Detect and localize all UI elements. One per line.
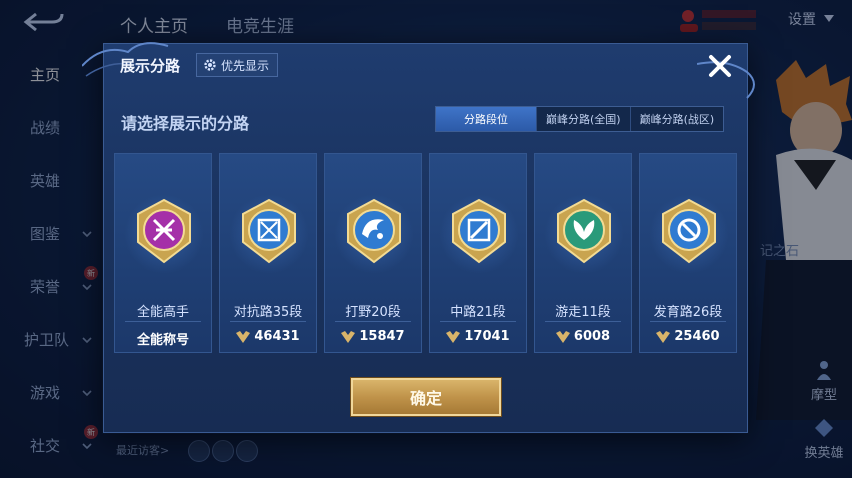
dialog-subtitle: 请选择展示的分路 (121, 114, 250, 133)
lane-title-text: 全能称号 (115, 329, 211, 348)
points-icon (555, 330, 570, 343)
lane-points-row: 17041 (430, 329, 526, 344)
lane-rank: 打野20段 (345, 305, 401, 320)
confirm-button[interactable]: 确定 (351, 378, 501, 416)
mid-lane-badge-icon (452, 198, 506, 264)
lane-card[interactable]: 发育路26段 25460 (639, 153, 737, 353)
lane-card[interactable]: 中路21段 17041 (429, 153, 527, 353)
lane-points-row: 15847 (325, 329, 421, 344)
clash-lane-badge-icon (242, 198, 296, 264)
farm-lane-badge-icon (662, 198, 716, 264)
lane-points: 46431 (254, 329, 300, 344)
lane-points: 15847 (359, 329, 405, 344)
tab-lane-rank[interactable]: 分路段位 (436, 107, 536, 131)
lane-points-row: 25460 (640, 329, 736, 344)
lane-rank: 中路21段 (450, 305, 506, 320)
lane-card-list: 全能高手 全能称号 对抗路35段 46431 打野20段 15847 中路21段… (114, 153, 737, 353)
lane-rank: 对抗路35段 (233, 305, 303, 320)
divider (440, 321, 516, 322)
lane-card[interactable]: 游走11段 6008 (534, 153, 632, 353)
tab-peak-lane-region[interactable]: 巅峰分路(战区) (629, 107, 724, 131)
divider (230, 321, 306, 322)
lane-card[interactable]: 对抗路35段 46431 (219, 153, 317, 353)
gear-icon (204, 59, 216, 71)
tab-peak-lane-national[interactable]: 巅峰分路(全国) (536, 107, 630, 131)
lane-display-dialog: 展示分路 优先显示 请选择展示的分路 分路段位 巅峰分路(全国) 巅峰分路(战区… (82, 42, 755, 433)
divider (545, 321, 621, 322)
priority-display-button[interactable]: 优先显示 (196, 53, 279, 77)
dialog-title: 展示分路 (120, 57, 181, 75)
priority-display-label: 优先显示 (221, 58, 270, 73)
close-icon[interactable] (706, 52, 734, 80)
points-icon (656, 330, 671, 343)
lane-card[interactable]: 全能高手 全能称号 (114, 153, 212, 353)
divider (335, 321, 411, 322)
lane-points-row: 46431 (220, 329, 316, 344)
lane-points-row: 6008 (535, 329, 631, 344)
points-icon (341, 330, 356, 343)
lane-rank: 游走11段 (555, 305, 611, 320)
divider (650, 321, 726, 322)
lane-points: 全能称号 (136, 333, 189, 348)
points-icon (236, 330, 251, 343)
lane-points: 6008 (573, 329, 611, 344)
roam-badge-icon (557, 198, 611, 264)
lane-card[interactable]: 打野20段 15847 (324, 153, 422, 353)
lane-points: 17041 (464, 329, 510, 344)
lane-points: 25460 (674, 329, 720, 344)
lane-rank: 发育路26段 (653, 305, 723, 320)
all-round-badge-icon (137, 198, 191, 264)
lane-rank: 全能高手 (136, 305, 189, 320)
jungle-badge-icon (347, 198, 401, 264)
divider (125, 321, 201, 322)
points-icon (446, 330, 461, 343)
lane-type-segmented-control: 分路段位 巅峰分路(全国) 巅峰分路(战区) (435, 106, 725, 132)
